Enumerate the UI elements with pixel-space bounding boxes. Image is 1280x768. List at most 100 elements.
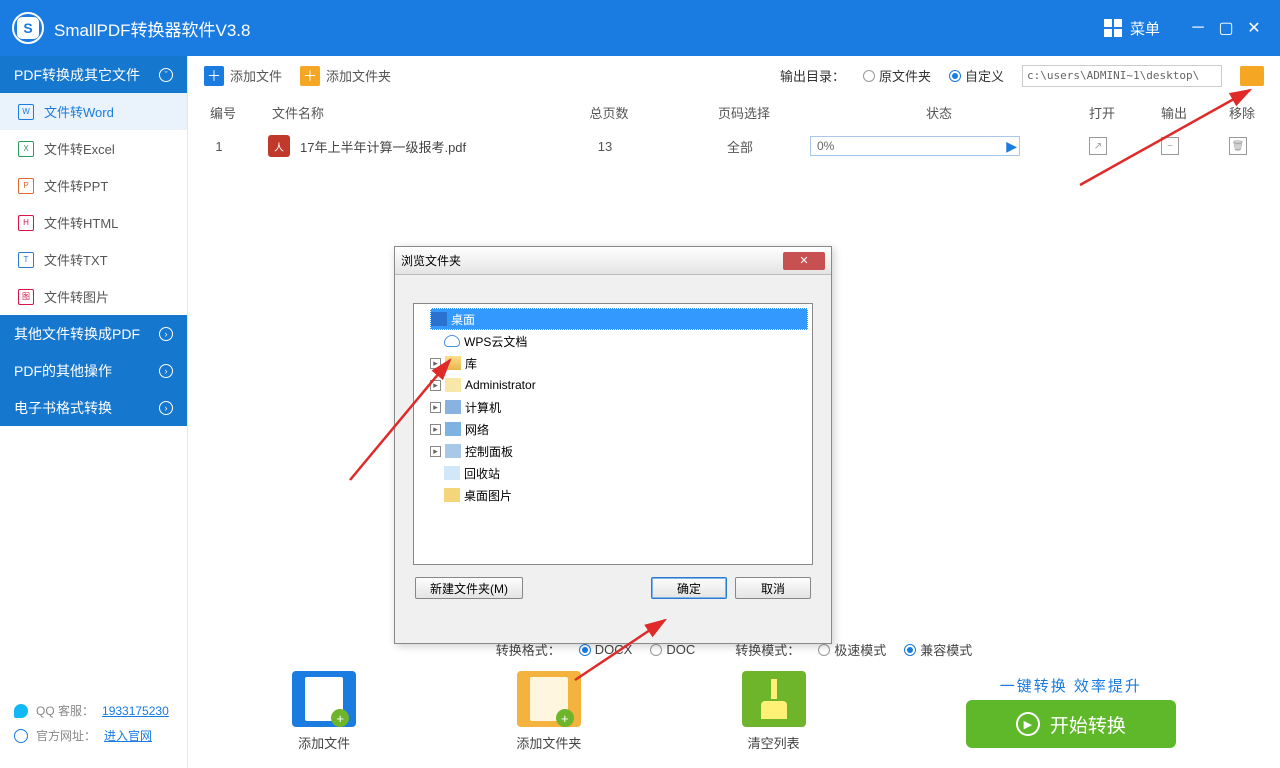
sidebar-item-html[interactable]: H文件转HTML [0,204,187,241]
app-logo: S [12,12,44,44]
excel-icon: X [18,141,34,157]
play-icon: ▶ [1006,138,1017,155]
radio-docx[interactable]: DOCX [579,642,633,657]
word-icon: W [18,104,34,120]
dialog-title-text: 浏览文件夹 [401,252,461,269]
action-add-folder[interactable]: + 添加文件夹 [516,671,581,752]
output-path-input[interactable] [1022,65,1222,87]
sidebar-section-pdf-to-other[interactable]: PDF转换成其它文件ˇ [0,56,187,93]
sidebar-footer: QQ 客服：1933175230 官方网址：进入官网 [0,684,187,768]
folder-icon [444,488,460,502]
sidebar-item-ppt[interactable]: P文件转PPT [0,167,187,204]
qq-icon [14,704,28,718]
site-link[interactable]: 进入官网 [104,727,152,744]
radio-icon [818,644,830,656]
menu-button[interactable]: 菜单 [1104,18,1160,39]
tree-node-admin[interactable]: ▸Administrator [430,374,808,396]
play-circle-icon: ▶ [1016,712,1040,736]
sidebar-item-txt[interactable]: T文件转TXT [0,241,187,278]
file-icon: + [292,671,356,727]
user-folder-icon [445,378,461,392]
expand-icon[interactable]: ▸ [430,424,441,435]
maximize-button[interactable]: ▢ [1212,14,1240,42]
tree-node-network[interactable]: ▸网络 [430,418,808,440]
plus-icon: ＋ [300,66,320,86]
toolbar: ＋添加文件 ＋添加文件夹 输出目录： 原文件夹 自定义 [188,56,1280,96]
txt-icon: T [18,252,34,268]
chevron-right-icon: › [159,401,173,415]
radio-icon [904,644,916,656]
sidebar-item-word[interactable]: W文件转Word [0,93,187,130]
tree-node-recycle[interactable]: 回收站 [444,462,808,484]
radio-doc[interactable]: DOC [650,642,695,657]
chevron-down-icon: ˇ [159,68,173,82]
sidebar-item-image[interactable]: 图文件转图片 [0,278,187,315]
start-convert-button[interactable]: ▶ 开始转换 [966,700,1176,748]
ok-button[interactable]: 确定 [651,577,727,599]
ppt-icon: P [18,178,34,194]
minimize-button[interactable]: ─ [1184,14,1212,42]
recycle-icon [444,466,460,480]
expand-icon[interactable]: ▸ [430,446,441,457]
folder-icon: + [517,671,581,727]
tree-node-desktop-pics[interactable]: 桌面图片 [444,484,808,506]
remove-button[interactable]: 🗑 [1229,137,1247,155]
action-clear[interactable]: 清空列表 [742,671,806,752]
table-row[interactable]: 1 人17年上半年计算一级报考.pdf 13 全部 0%▶ ↗ − 🗑 [188,128,1280,164]
tree-node-computer[interactable]: ▸计算机 [430,396,808,418]
radio-icon [579,644,591,656]
broom-icon [742,671,806,727]
html-icon: H [18,215,34,231]
expand-icon[interactable]: ▸ [430,380,441,391]
sidebar-item-excel[interactable]: X文件转Excel [0,130,187,167]
output-button[interactable]: − [1161,137,1179,155]
library-icon [445,356,461,370]
progress-bar[interactable]: 0%▶ [810,136,1020,156]
radio-compat-mode[interactable]: 兼容模式 [904,640,972,659]
pdf-icon: 人 [268,135,290,157]
chevron-right-icon: › [159,364,173,378]
menu-grid-icon [1104,19,1122,37]
close-button[interactable]: ✕ [1240,14,1268,42]
qq-link[interactable]: 1933175230 [102,704,169,718]
expand-icon[interactable]: ▸ [430,402,441,413]
computer-icon [445,400,461,414]
dialog-titlebar: 浏览文件夹 ✕ [395,247,831,275]
tree-node-desktop[interactable]: 桌面 [430,308,808,330]
sidebar-section-pdf-ops[interactable]: PDF的其他操作› [0,352,187,389]
radio-icon [949,70,961,82]
menu-label: 菜单 [1130,18,1160,39]
add-file-button[interactable]: ＋添加文件 [204,66,282,86]
controlpanel-icon [445,444,461,458]
tree-node-controlpanel[interactable]: ▸控制面板 [430,440,808,462]
desktop-icon [431,312,447,326]
network-icon [445,422,461,436]
expand-icon[interactable]: ▸ [430,358,441,369]
browse-folder-button[interactable] [1240,66,1264,86]
browser-icon [14,729,28,743]
radio-icon [650,644,662,656]
folder-tree[interactable]: 桌面 WPS云文档 ▸库 ▸Administrator ▸计算机 ▸网络 ▸控制… [413,303,813,565]
radio-orig-folder[interactable]: 原文件夹 [863,66,931,85]
tree-node-wps[interactable]: WPS云文档 [444,330,808,352]
image-icon: 图 [18,289,34,305]
file-table-header: 编号 文件名称 总页数 页码选择 状态 打开 输出 移除 [188,96,1280,128]
add-folder-button[interactable]: ＋添加文件夹 [300,66,391,86]
sidebar-section-ebook[interactable]: 电子书格式转换› [0,389,187,426]
tree-node-library[interactable]: ▸库 [430,352,808,374]
output-dir-label: 输出目录： [780,66,845,85]
plus-icon: ＋ [204,66,224,86]
open-button[interactable]: ↗ [1089,137,1107,155]
new-folder-button[interactable]: 新建文件夹(M) [415,577,523,599]
bottom-actions: + 添加文件 + 添加文件夹 清空列表 一键转换 效率提升 ▶ 开始转换 [188,663,1280,768]
app-title: SmallPDF转换器软件V3.8 [54,16,250,41]
cancel-button[interactable]: 取消 [735,577,811,599]
browse-folder-dialog: 浏览文件夹 ✕ 桌面 WPS云文档 ▸库 ▸Administrator ▸计算机… [394,246,832,644]
radio-custom[interactable]: 自定义 [949,66,1004,85]
sidebar-section-other-to-pdf[interactable]: 其他文件转换成PDF› [0,315,187,352]
cloud-icon [444,335,460,347]
action-add-file[interactable]: + 添加文件 [292,671,356,752]
dialog-close-button[interactable]: ✕ [783,252,825,270]
page-select[interactable]: 全部 [670,137,810,156]
sidebar: PDF转换成其它文件ˇ W文件转Word X文件转Excel P文件转PPT H… [0,56,187,768]
